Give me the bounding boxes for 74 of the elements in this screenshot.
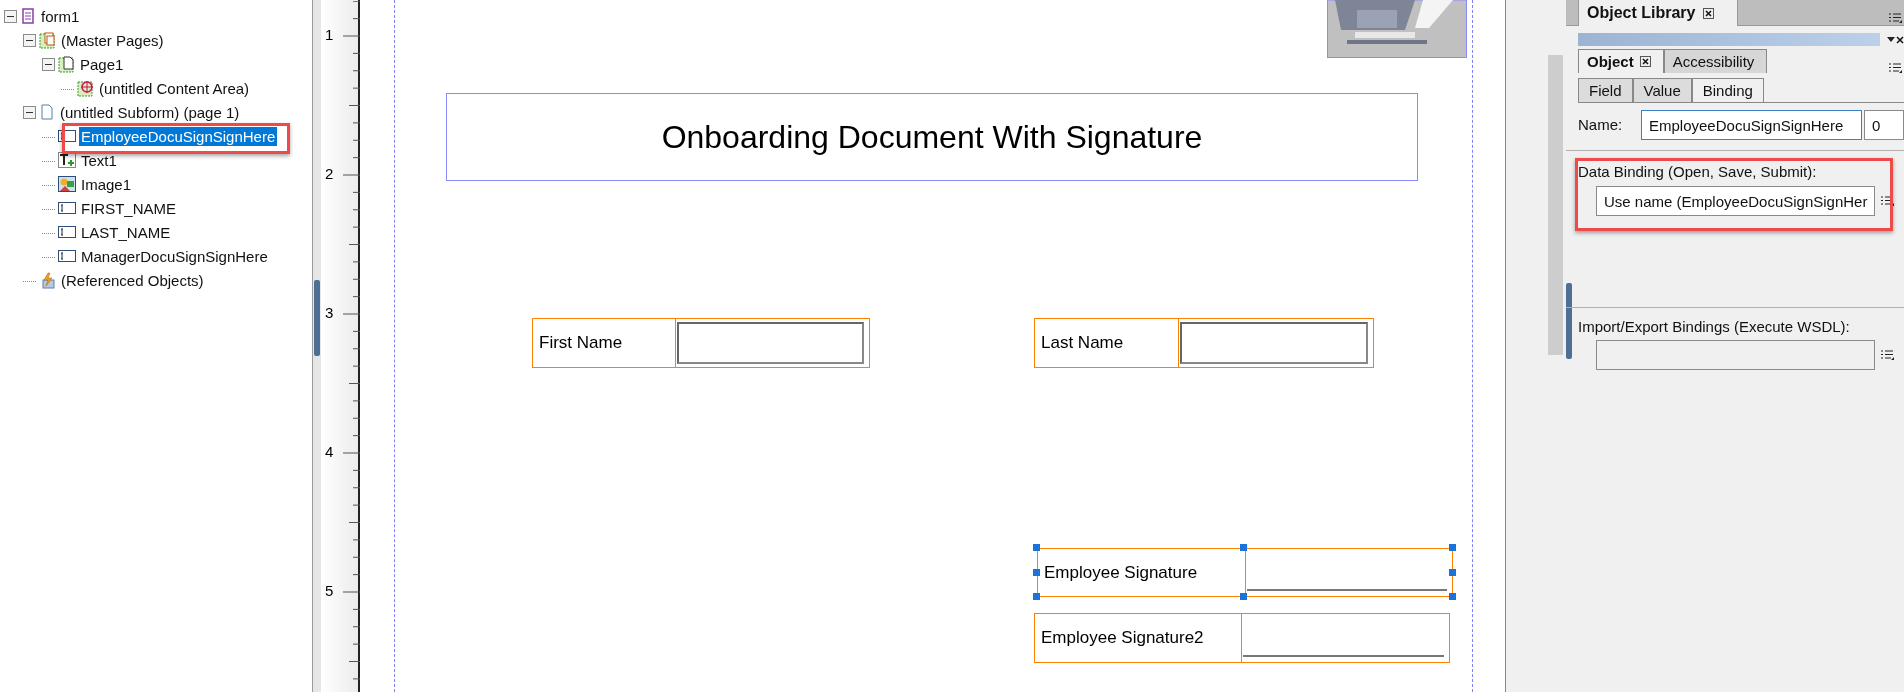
field-label: Employee Signature2 [1040, 628, 1205, 648]
menu-icon[interactable] [1888, 62, 1902, 74]
tree-item[interactable]: (untitled Subform) (page 1) [58, 102, 242, 122]
collapse-icon[interactable] [23, 33, 36, 47]
index-field[interactable]: 0 [1864, 110, 1904, 140]
name-label: Name: [1578, 116, 1623, 133]
text-field-icon [58, 226, 76, 238]
field-label: First Name [538, 333, 624, 353]
tree-item[interactable]: FIRST_NAME [79, 198, 178, 218]
text-field[interactable]: First Name [532, 318, 870, 368]
resize-handle[interactable] [1449, 593, 1456, 600]
name-field[interactable]: EmployeeDocuSignSignHere [1641, 110, 1862, 140]
close-icon[interactable] [1639, 56, 1651, 67]
lightning-icon [39, 271, 56, 289]
resize-handle[interactable] [1033, 544, 1040, 551]
collapse-icon[interactable] [4, 9, 17, 23]
field-label: Employee Signature [1043, 562, 1199, 583]
target-icon [77, 79, 94, 97]
tree-item[interactable]: Page1 [78, 54, 126, 74]
library-tab[interactable]: Object Library [1578, 0, 1738, 26]
form-icon [20, 8, 36, 24]
tree-item[interactable]: Text1 [79, 150, 119, 170]
close-icon[interactable] [1896, 36, 1904, 44]
ruler-number: 4 [325, 443, 334, 460]
menu-icon[interactable] [1888, 12, 1902, 24]
collapse-icon[interactable] [23, 105, 36, 119]
resize-handle[interactable] [1449, 544, 1456, 551]
signature-field[interactable]: Employee Signature [1037, 548, 1453, 597]
field-label: Last Name [1040, 333, 1125, 353]
sub-tab[interactable]: Field [1578, 78, 1633, 102]
data-binding-field[interactable]: Use name (EmployeeDocuSignSignHer [1596, 186, 1875, 216]
data-binding-label: Data Binding (Open, Save, Submit): [1578, 163, 1817, 180]
ruler-number: 2 [325, 165, 334, 182]
text-field-icon [58, 250, 76, 262]
resize-handle[interactable] [1240, 544, 1247, 551]
ruler-number: 1 [325, 26, 334, 43]
close-icon[interactable] [1703, 7, 1715, 19]
collapse-icon[interactable] [42, 57, 55, 71]
ruler-number: 3 [325, 304, 334, 321]
tree-item[interactable]: Image1 [79, 174, 134, 194]
text-field[interactable]: Last Name [1034, 318, 1374, 368]
splitter-handle[interactable] [314, 280, 320, 356]
text-field-icon [58, 202, 76, 214]
image-icon [58, 176, 76, 192]
tree-item[interactable]: LAST_NAME [79, 222, 173, 242]
ruler-number: 5 [325, 582, 334, 599]
import-export-field[interactable] [1596, 340, 1875, 370]
sub-tab[interactable]: Value [1632, 78, 1692, 102]
tree-item[interactable]: (Referenced Objects) [59, 270, 206, 290]
tree-item[interactable]: (Master Pages) [59, 30, 166, 50]
pages-icon [39, 31, 56, 49]
dropdown-icon[interactable] [1887, 37, 1895, 43]
tree-item[interactable]: EmployeeDocuSignSignHere [79, 126, 278, 146]
tree-item[interactable]: (untitled Content Area) [97, 78, 252, 98]
panel-tab[interactable]: Object [1578, 49, 1664, 73]
sub-tab[interactable]: Binding [1691, 78, 1764, 102]
text-object-icon [58, 152, 76, 168]
page-icon [58, 55, 75, 73]
resize-handle[interactable] [1033, 568, 1040, 576]
resize-handle[interactable] [1449, 568, 1456, 576]
tree-item[interactable]: ManagerDocuSignSignHere [79, 246, 270, 266]
signature-field[interactable]: Employee Signature2 [1034, 613, 1450, 663]
splitter-handle[interactable] [1566, 283, 1572, 359]
tree-item[interactable]: form1 [39, 6, 82, 26]
scrollbar-thumb[interactable] [1548, 55, 1563, 355]
form-title: Onboarding Document With Signature [661, 118, 1203, 156]
page-icon [39, 104, 55, 120]
panel-tab[interactable]: Accessibility [1663, 49, 1768, 73]
menu-icon[interactable] [1880, 195, 1894, 207]
menu-icon[interactable] [1880, 349, 1894, 361]
text-field-icon [58, 130, 76, 142]
resize-handle[interactable] [1033, 593, 1040, 600]
resize-handle[interactable] [1240, 593, 1247, 600]
import-export-label: Import/Export Bindings (Execute WSDL): [1578, 318, 1850, 335]
